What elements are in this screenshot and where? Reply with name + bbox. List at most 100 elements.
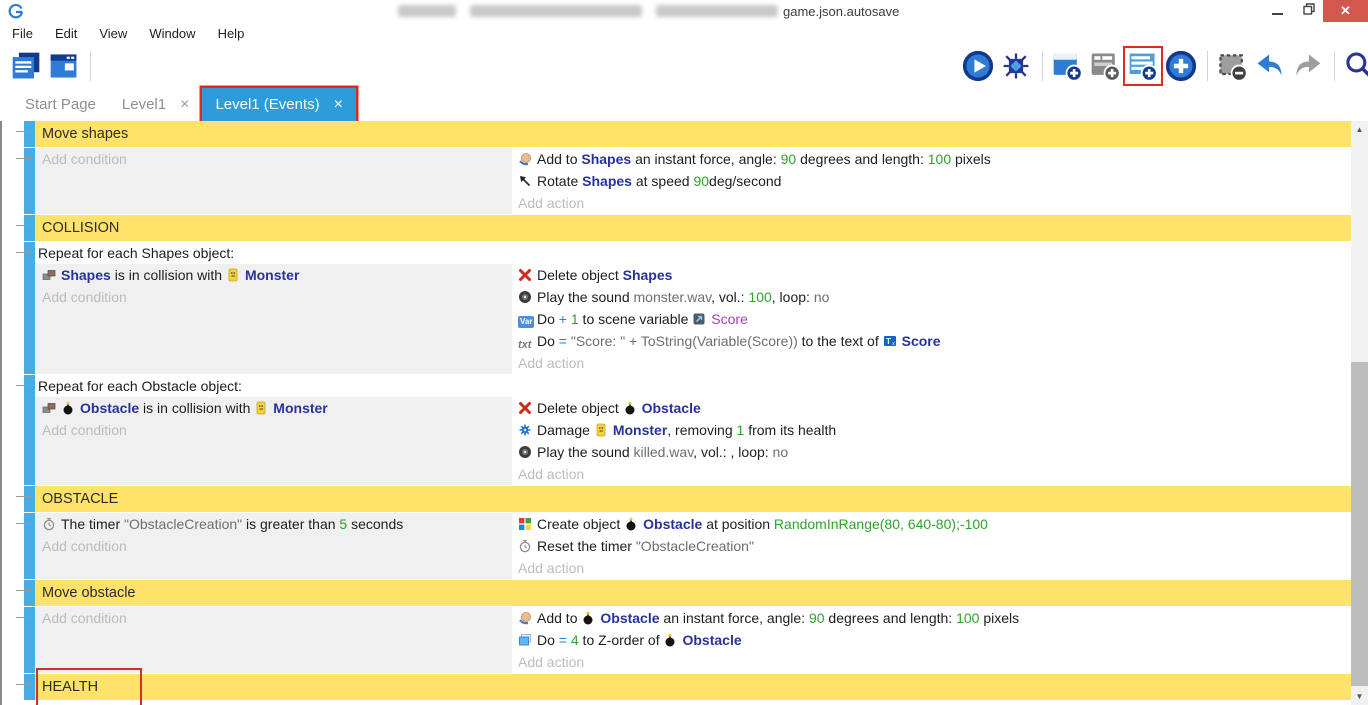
event-group-header[interactable]: HEALTH [24,674,1353,700]
tab-close-icon[interactable]: × [180,96,189,114]
remove-event-button[interactable] [1214,48,1250,84]
obstacle-icon [663,631,678,645]
tab-level1-events[interactable]: Level1 (Events) × [202,88,356,121]
text-segment: monster.wav [634,289,712,305]
tab-level1[interactable]: Level1× [109,88,203,121]
search-button[interactable] [1341,48,1368,84]
event-group-header[interactable]: COLLISION [24,215,1353,241]
text-segment: Do [537,333,559,349]
menu-edit[interactable]: Edit [51,25,81,42]
vertical-scrollbar[interactable]: ▲ ▼ [1351,121,1368,705]
add-scene-button[interactable] [1049,48,1085,84]
close-icon: ✕ [1340,3,1351,19]
add-action-button[interactable]: Add action [512,192,1353,214]
event-group-header[interactable]: OBSTACLE [24,486,1353,512]
scroll-up-arrow-icon[interactable]: ▲ [1351,121,1368,138]
event-columns: Shapes is in collision with MonsterAdd c… [35,264,1353,374]
add-event-button[interactable] [1125,48,1161,84]
text-segment: Score [902,333,941,349]
conditions-column: Add condition [35,607,512,673]
action-line[interactable]: Do = 4 to Z-order of Obstacle [512,629,1353,651]
restore-button[interactable] [1294,0,1324,22]
scroll-down-arrow-icon[interactable]: ▼ [1351,688,1368,705]
monster-icon [226,266,241,280]
action-line[interactable]: Add to Obstacle an instant force, angle:… [512,607,1353,629]
conditions-column: Shapes is in collision with MonsterAdd c… [35,264,512,374]
text-segment: 100 [928,151,951,167]
add-condition-button[interactable]: Add condition [35,535,512,557]
text-segment: Add condition [42,538,127,554]
actions-column: Add to Obstacle an instant force, angle:… [512,607,1353,673]
text-segment: "ObstacleCreation" [124,516,242,532]
text-segment: Obstacle [682,632,741,648]
close-button[interactable]: ✕ [1323,0,1368,22]
add-button[interactable] [1163,48,1199,84]
text-segment: 1 [571,311,579,327]
add-action-button[interactable]: Add action [512,557,1353,579]
text-segment: Shapes [581,151,631,167]
add-action-button[interactable]: Add action [512,352,1353,374]
timer-icon [518,537,533,551]
action-line[interactable]: Create object Obstacle at position Rando… [512,513,1353,535]
action-line[interactable]: Add to Shapes an instant force, angle: 9… [512,148,1353,170]
action-line[interactable]: txtDo = "Score: " + ToString(Variable(Sc… [512,330,1353,352]
menu-view[interactable]: View [95,25,131,42]
add-action-button[interactable]: Add action [512,463,1353,485]
start-page-button[interactable] [46,48,82,84]
add-icon [1165,50,1197,82]
text-segment: degrees and length: [796,151,928,167]
tab-label: Level1 (Events) [215,96,319,113]
event-group-header[interactable]: Move shapes [24,121,1353,147]
menu-file[interactable]: File [8,25,37,42]
project-manager-button[interactable] [8,48,44,84]
add-condition-button[interactable]: Add condition [35,148,512,170]
project-manager-icon [10,50,42,82]
add-scene-icon [1051,50,1083,82]
condition-line[interactable]: The timer "ObstacleCreation" is greater … [35,513,512,535]
add-condition-button[interactable]: Add condition [35,286,512,308]
text-segment: 90 [693,173,709,189]
titlebar: game.json.autosave ✕ [0,0,1368,22]
action-line[interactable]: Delete object Shapes [512,264,1353,286]
play-button[interactable] [960,48,996,84]
collision-icon [42,266,57,280]
action-line[interactable]: VarDo + 1 to scene variable Score [512,308,1353,330]
group-label: HEALTH [42,679,98,695]
repeat-event-header[interactable]: Repeat for each Shapes object: [35,242,1353,264]
action-line[interactable]: Rotate Shapes at speed 90deg/second [512,170,1353,192]
text-segment: 90 [809,610,825,626]
group-label: COLLISION [42,220,119,236]
minimize-button[interactable] [1262,0,1292,22]
add-condition-button[interactable]: Add condition [35,607,512,629]
text-segment: deg/second [709,173,781,189]
tab-start-page[interactable]: Start Page [12,88,109,121]
action-line[interactable]: Damage Monster, removing 1 from its heal… [512,419,1353,441]
text-segment: Delete object [537,400,623,416]
menu-help[interactable]: Help [214,25,249,42]
menu-window[interactable]: Window [145,25,199,42]
gdevelop-logo-icon [8,3,24,19]
condition-line[interactable]: Obstacle is in collision with Monster [35,397,512,419]
debug-button[interactable] [998,48,1034,84]
redo-button[interactable] [1290,48,1326,84]
add-external-events-button[interactable] [1087,48,1123,84]
add-action-button[interactable]: Add action [512,651,1353,673]
text-segment: an instant force, angle: [631,151,780,167]
text-segment: Damage [537,422,594,438]
tab-close-icon[interactable]: × [334,96,343,114]
undo-button[interactable] [1252,48,1288,84]
action-line[interactable]: Delete object Obstacle [512,397,1353,419]
add-condition-button[interactable]: Add condition [35,419,512,441]
action-line[interactable]: Reset the timer "ObstacleCreation" [512,535,1353,557]
action-line[interactable]: Play the sound killed.wav, vol.: , loop:… [512,441,1353,463]
text-segment: at position [702,516,774,532]
text-segment: Play the sound [537,444,634,460]
repeat-event-header[interactable]: Repeat for each Obstacle object: [35,375,1353,397]
group-label: Move obstacle [42,585,136,601]
event-group-header[interactable]: Move obstacle [24,580,1353,606]
toolbar-separator [1334,51,1335,81]
condition-line[interactable]: Shapes is in collision with Monster [35,264,512,286]
action-line[interactable]: Play the sound monster.wav, vol.: 100, l… [512,286,1353,308]
gdevelop-window: game.json.autosave ✕ File Edit View Window H… [0,0,1368,705]
scrollbar-thumb[interactable] [1351,362,1368,686]
